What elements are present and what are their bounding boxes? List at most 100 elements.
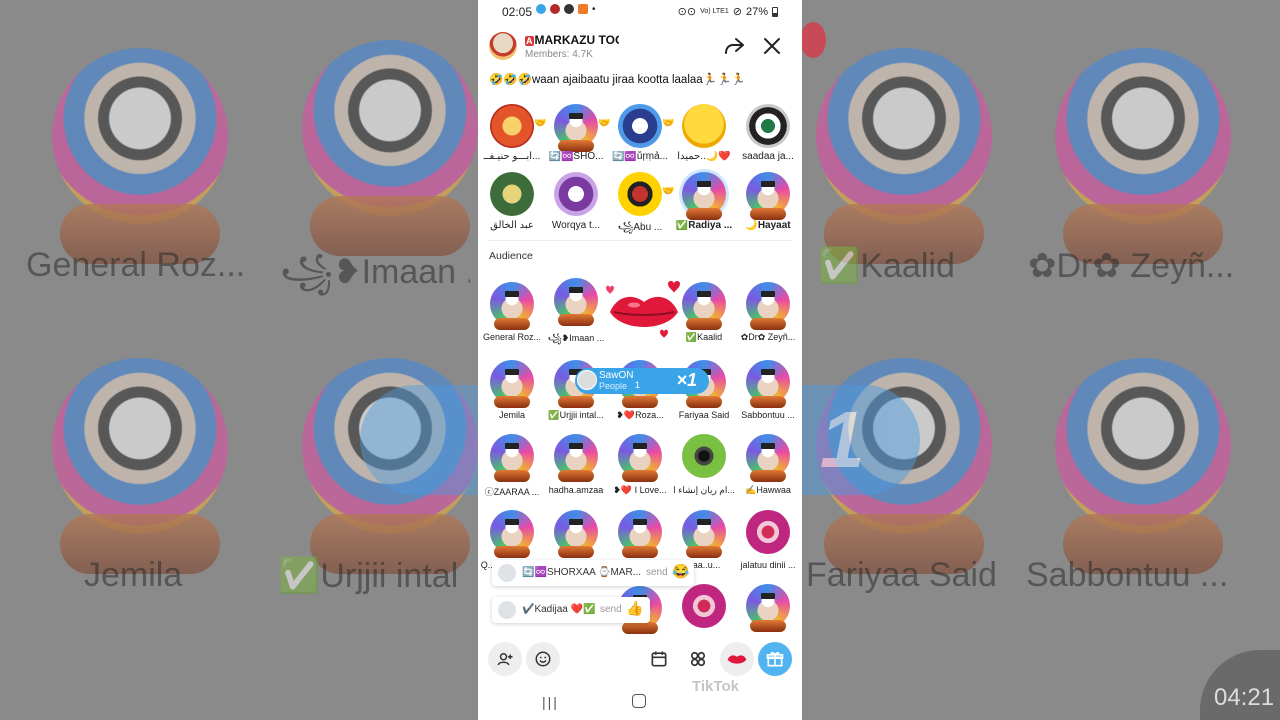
close-icon[interactable] bbox=[760, 34, 784, 58]
bg-avatar bbox=[1055, 48, 1231, 264]
audience-avatar[interactable] bbox=[746, 510, 790, 554]
room-title-text: MARKAZU TOC bbox=[534, 33, 620, 47]
audience-name: ❥❤️Roza... bbox=[616, 410, 664, 420]
vpn-icon: ⊙⊙ bbox=[677, 6, 697, 18]
gift-box-icon bbox=[766, 652, 784, 667]
bg-name: ✅Urjjii intal bbox=[278, 557, 459, 595]
status-time: 02:05 bbox=[502, 5, 533, 19]
audience-avatar[interactable] bbox=[682, 584, 726, 628]
more-button[interactable] bbox=[681, 642, 715, 676]
recent-apps-icon[interactable]: ||| bbox=[542, 694, 559, 710]
link-icon: 🤝 bbox=[662, 118, 675, 129]
phone-screen: 02:05 • ⊙⊙ Vo) LTE1 ⊘ 27% A MARKAZU TOC M… bbox=[478, 0, 802, 720]
emoji-icon bbox=[535, 651, 551, 667]
share-icon[interactable] bbox=[722, 34, 746, 58]
audience-name: jalatuu dinii ... bbox=[740, 560, 796, 570]
kiss-gift-button[interactable] bbox=[720, 642, 754, 676]
gift-count: ×1 bbox=[676, 370, 697, 390]
speaker-avatar[interactable] bbox=[618, 104, 662, 148]
bg-name: ✿Dr✿ Zeyñ... bbox=[1028, 247, 1235, 285]
toast-avatar bbox=[498, 564, 516, 582]
audience-name: ✅Urjjii intal... bbox=[548, 410, 604, 420]
gift-notification: 🔄♾️SHORXAA ⌚MAR... send 😂 bbox=[492, 560, 694, 586]
member-count: Members: 4.7K bbox=[525, 49, 593, 60]
audience-avatar[interactable] bbox=[746, 434, 790, 482]
toast-avatar bbox=[498, 601, 516, 619]
audience-avatar[interactable] bbox=[490, 434, 534, 482]
battery-text: 27% bbox=[745, 5, 768, 18]
room-avatar[interactable] bbox=[489, 32, 517, 60]
bg-name: Jemila bbox=[84, 556, 183, 594]
audience-avatar[interactable] bbox=[490, 360, 534, 408]
audience-avatar[interactable] bbox=[746, 282, 790, 330]
audience-name: General Roz... bbox=[482, 332, 542, 342]
speaker-avatar[interactable] bbox=[618, 172, 662, 216]
audience-avatar[interactable] bbox=[490, 510, 534, 558]
speaker-avatar[interactable] bbox=[682, 104, 726, 148]
room-title[interactable]: A MARKAZU TOC bbox=[525, 33, 619, 47]
link-icon: 🤝 bbox=[598, 118, 611, 129]
speaker-avatar[interactable] bbox=[682, 172, 726, 220]
audience-avatar[interactable] bbox=[682, 510, 726, 558]
toast-gift-icon: 😂 bbox=[672, 563, 690, 579]
room-header: A MARKAZU TOC Members: 4.7K bbox=[478, 28, 802, 68]
gift-banner: SawON People 1 ×1 bbox=[575, 368, 709, 394]
watermark: TikTok bbox=[692, 678, 739, 695]
battery-icon bbox=[772, 6, 778, 17]
gift-subtitle: People bbox=[599, 381, 628, 391]
speaker-avatar[interactable] bbox=[490, 172, 534, 216]
bg-heart bbox=[800, 22, 826, 58]
toast-send: send bbox=[646, 567, 668, 578]
audience-avatar[interactable] bbox=[554, 434, 598, 482]
audience-avatar[interactable] bbox=[618, 434, 662, 482]
speaker-avatar[interactable] bbox=[554, 104, 598, 152]
audience-avatar[interactable] bbox=[618, 510, 662, 558]
audience-avatar[interactable] bbox=[554, 278, 598, 326]
audience-avatar[interactable] bbox=[682, 434, 726, 478]
gift-button[interactable] bbox=[758, 642, 792, 676]
audience-name: ✍️Hawwaa bbox=[745, 485, 791, 495]
toast-text: 🔄♾️SHORXAA ⌚MAR... bbox=[522, 567, 642, 578]
speaker-avatar[interactable] bbox=[746, 172, 790, 220]
bg-name: ꧁❥Imaan ... bbox=[280, 253, 470, 291]
bottom-toolbar bbox=[478, 636, 802, 680]
divider bbox=[488, 240, 792, 241]
calendar-button[interactable] bbox=[642, 642, 676, 676]
speaker-name: 🔄♾️SHO... bbox=[548, 151, 604, 162]
speaker-name: حميدا..🌙❤️ bbox=[677, 151, 731, 162]
room-title-badge: A bbox=[525, 36, 534, 46]
kiss-gift-animation bbox=[606, 281, 680, 338]
more-dot-icon: • bbox=[592, 4, 596, 15]
toast-send: send bbox=[600, 604, 622, 615]
audience-avatar[interactable] bbox=[682, 282, 726, 330]
status-bar: 02:05 • ⊙⊙ Vo) LTE1 ⊘ 27% bbox=[478, 0, 802, 24]
bg-avatar bbox=[52, 48, 228, 264]
speaker-avatar[interactable] bbox=[746, 104, 790, 148]
speaker-name: saadaa ja... bbox=[742, 151, 794, 162]
speaker-avatar[interactable] bbox=[490, 104, 534, 148]
audience-name: Jemila bbox=[498, 410, 525, 420]
bg-avatar bbox=[52, 358, 228, 574]
gift-sender-name: SawON bbox=[599, 370, 634, 381]
calendar-icon bbox=[651, 651, 667, 667]
audience-avatar[interactable] bbox=[746, 360, 790, 408]
bg-avatar bbox=[816, 48, 992, 264]
home-icon[interactable] bbox=[632, 694, 646, 708]
signal-label: Vo) LTE1 bbox=[700, 8, 729, 15]
kiss-gift-icon bbox=[727, 655, 747, 664]
notification-icons: • bbox=[536, 4, 596, 15]
speaker-avatar[interactable] bbox=[554, 172, 598, 216]
gift-sender-avatar bbox=[577, 370, 597, 390]
gift-notification: ✔️Kadijaa ❤️✅ send 👍 bbox=[492, 597, 650, 623]
emoji-button[interactable] bbox=[526, 642, 560, 676]
status-right: ⊙⊙ Vo) LTE1 ⊘ 27% bbox=[678, 5, 778, 18]
toast-gift-icon: 👍 bbox=[626, 600, 644, 616]
bg-avatar bbox=[1055, 358, 1231, 574]
audience-avatar[interactable] bbox=[746, 584, 790, 632]
add-member-icon bbox=[497, 653, 513, 666]
no-disturb-icon: ⊘ bbox=[732, 6, 742, 18]
add-member-button[interactable] bbox=[488, 642, 522, 676]
audience-avatar[interactable] bbox=[554, 510, 598, 558]
more-grid-icon bbox=[690, 651, 706, 667]
audience-avatar[interactable] bbox=[490, 282, 534, 330]
